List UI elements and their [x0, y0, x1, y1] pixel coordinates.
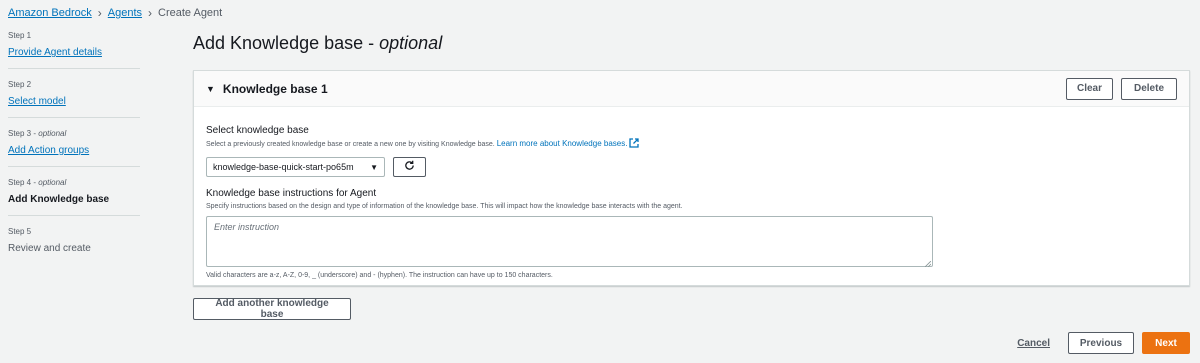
knowledge-base-panel: ▼ Knowledge base 1 Clear Delete Select k… — [193, 70, 1190, 286]
step-link-select-model[interactable]: Select model — [8, 95, 66, 109]
breadcrumb-agents[interactable]: Agents — [108, 7, 142, 19]
instructions-constraint-text: Valid characters are a-z, A-Z, 0-9, _ (u… — [206, 272, 553, 279]
caret-down-icon: ▼ — [370, 162, 378, 172]
wizard-steps: Step 1 Provide Agent details Step 2 Sele… — [8, 30, 140, 274]
step-current-add-knowledge-base: Add Knowledge base — [8, 194, 110, 205]
previous-button[interactable]: Previous — [1068, 332, 1134, 354]
refresh-button[interactable] — [393, 157, 426, 177]
select-knowledge-base-label: Select knowledge base — [206, 125, 309, 136]
instructions-placeholder: Enter instruction — [214, 222, 280, 232]
cancel-button[interactable]: Cancel — [1017, 338, 1050, 349]
step-optional-label: optional — [38, 129, 67, 138]
clear-button[interactable]: Clear — [1066, 77, 1113, 100]
chevron-right-icon: › — [97, 6, 102, 20]
step-number: Step 4 - — [8, 178, 39, 187]
knowledge-base-select[interactable]: knowledge-base-quick-start-po65m ▼ — [206, 157, 385, 177]
step-optional-label: optional — [38, 178, 67, 187]
step-number: Step 2 — [8, 80, 32, 89]
knowledge-base-select-value: knowledge-base-quick-start-po65m — [213, 162, 354, 172]
step-review-and-create: Review and create — [8, 243, 91, 254]
learn-more-knowledge-bases-link[interactable]: Learn more about Knowledge bases. — [497, 138, 640, 151]
instructions-description: Specify instructions based on the design… — [206, 203, 683, 210]
external-link-icon — [629, 138, 640, 151]
delete-button[interactable]: Delete — [1121, 77, 1177, 100]
page-title-text: Add Knowledge base - — [193, 33, 380, 53]
wizard-step-3: Step 3 - optional Add Action groups — [8, 128, 140, 167]
instructions-textarea[interactable]: Enter instruction — [206, 216, 933, 268]
page-title: Add Knowledge base - optional — [193, 33, 442, 54]
wizard-step-1: Step 1 Provide Agent details — [8, 30, 140, 69]
wizard-step-5: Step 5 Review and create — [8, 226, 140, 264]
knowledge-base-panel-header[interactable]: ▼ Knowledge base 1 Clear Delete — [194, 71, 1189, 107]
caret-down-icon[interactable]: ▼ — [206, 84, 215, 94]
instructions-label: Knowledge base instructions for Agent — [206, 188, 377, 199]
breadcrumb: Amazon Bedrock › Agents › Create Agent — [8, 5, 222, 21]
step-number: Step 3 - — [8, 129, 39, 138]
step-link-add-action-groups[interactable]: Add Action groups — [8, 144, 89, 158]
step-number: Step 1 — [8, 31, 32, 40]
wizard-step-4: Step 4 - optional Add Knowledge base — [8, 177, 140, 216]
page-title-optional: optional — [379, 33, 443, 53]
resize-handle-icon[interactable] — [924, 259, 932, 268]
refresh-icon — [404, 158, 415, 176]
chevron-right-icon: › — [148, 6, 153, 20]
step-number: Step 5 — [8, 227, 32, 236]
breadcrumb-amazon-bedrock[interactable]: Amazon Bedrock — [8, 7, 92, 19]
knowledge-base-panel-title: Knowledge base 1 — [222, 81, 328, 96]
select-knowledge-base-description: Select a previously created knowledge ba… — [206, 141, 495, 148]
wizard-footer: Cancel Previous Next — [1017, 332, 1190, 354]
wizard-step-2: Step 2 Select model — [8, 79, 140, 118]
add-another-knowledge-base-button[interactable]: Add another knowledge base — [193, 298, 351, 320]
next-button[interactable]: Next — [1142, 332, 1190, 354]
step-link-provide-agent-details[interactable]: Provide Agent details — [8, 46, 102, 60]
breadcrumb-current: Create Agent — [158, 7, 223, 19]
